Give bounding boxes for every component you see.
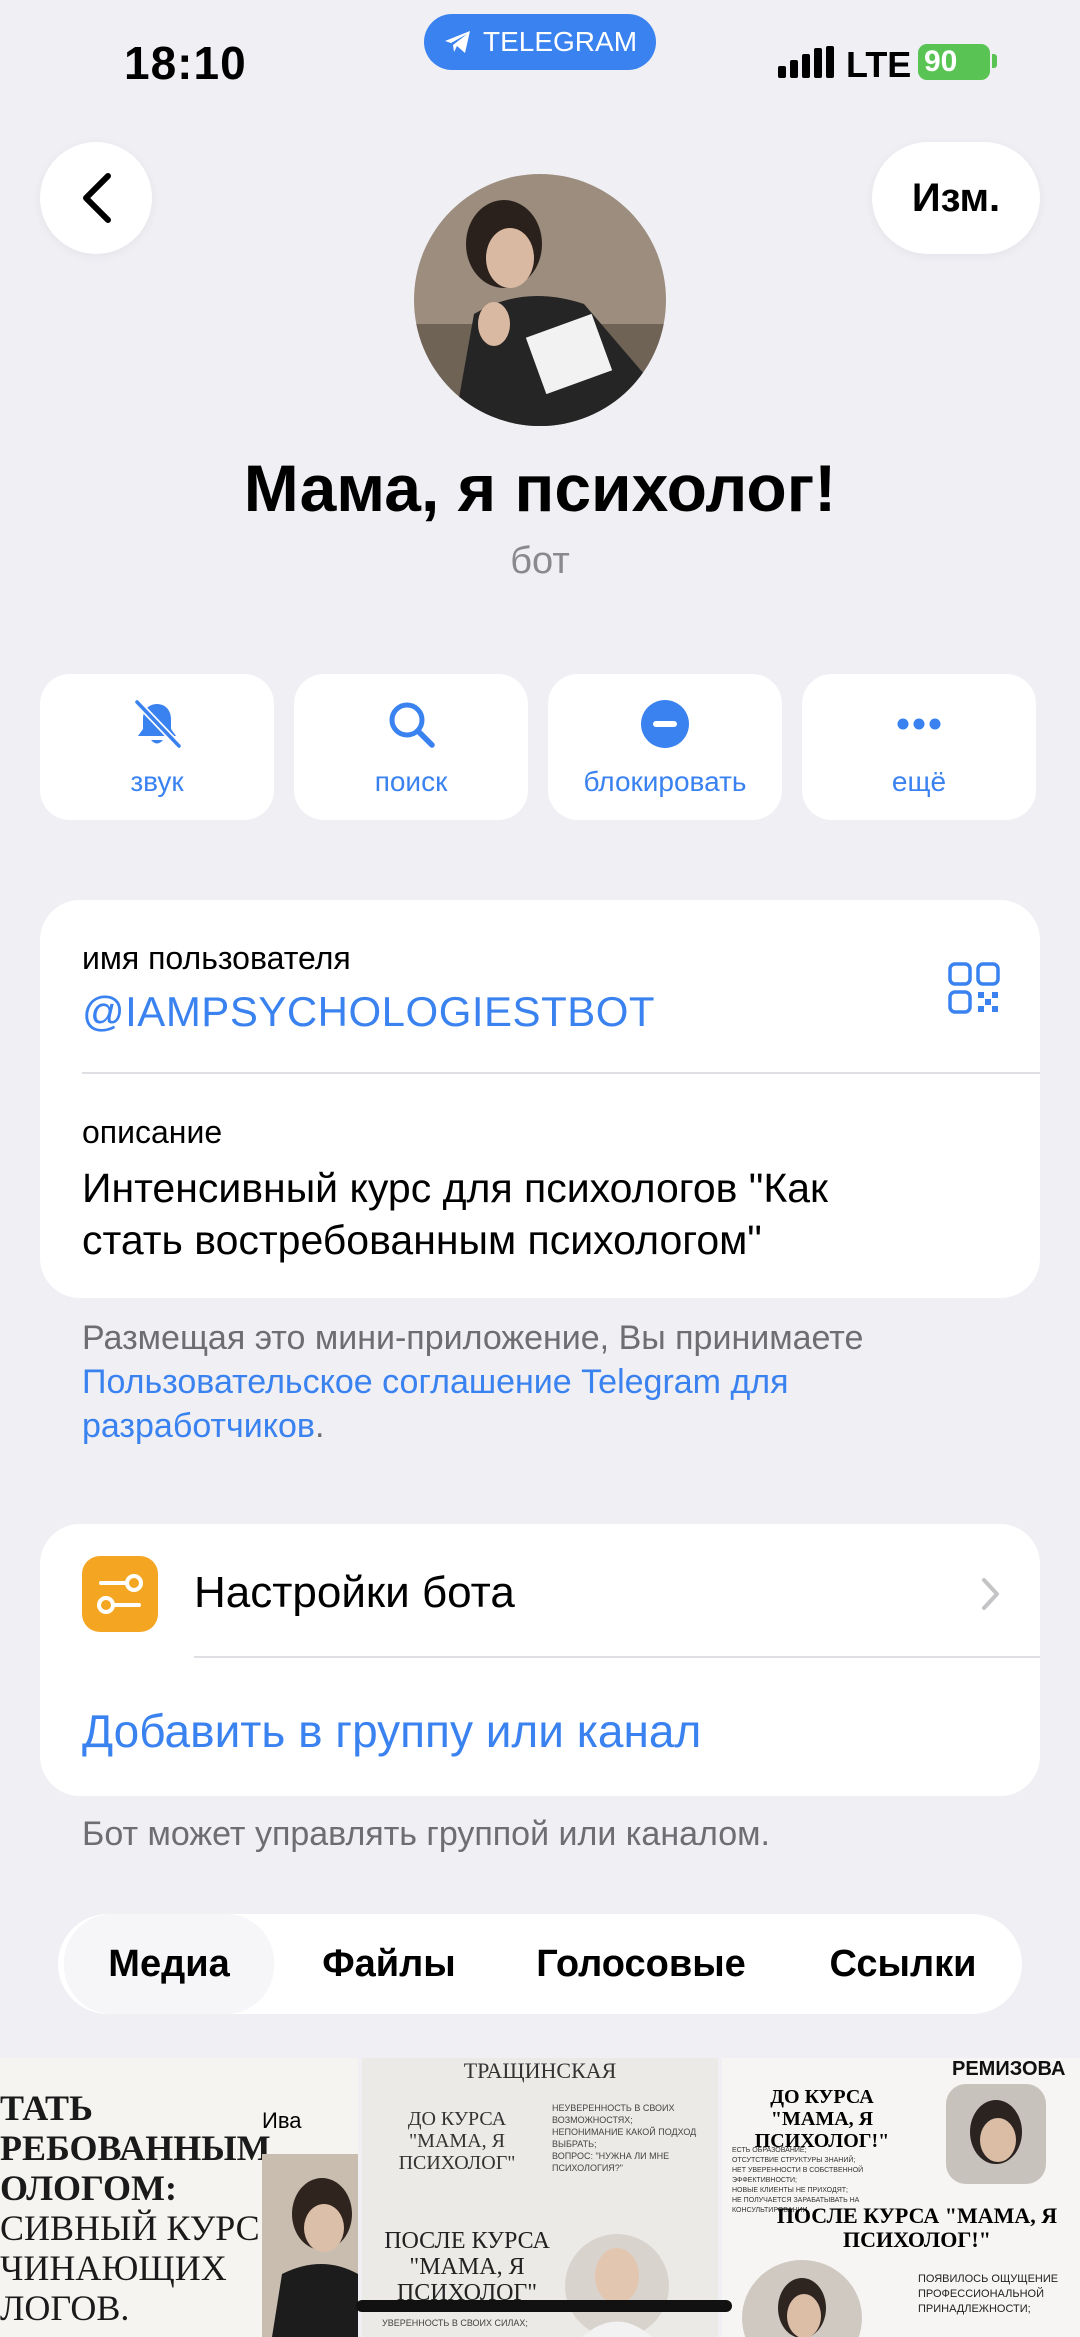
- thumb3-photo-top: [946, 2084, 1046, 2184]
- battery-tip: [992, 54, 997, 68]
- avatar-photo: [414, 174, 666, 426]
- tab-files[interactable]: Файлы: [284, 1914, 494, 2014]
- qr-code-icon[interactable]: [948, 962, 1000, 1014]
- block-button[interactable]: блокировать: [548, 674, 782, 820]
- info-divider: [82, 1072, 1040, 1074]
- terms-note: Размещая это мини-приложение, Вы принима…: [82, 1316, 1042, 1448]
- settings-divider: [194, 1656, 1040, 1658]
- thumb1-side-text: Ива: [262, 2108, 302, 2133]
- terms-link-line-2[interactable]: разработчиков: [82, 1407, 315, 1445]
- description-line-1: Интенсивный курс для психологов "Как: [82, 1165, 828, 1211]
- more-label: ещё: [891, 766, 947, 797]
- thumb2-bottom: УВЕРЕННОСТЬ В СВОИХ СИЛАХ;: [382, 2318, 528, 2328]
- media-thumbnail[interactable]: ТАТЬ РЕБОВАННЫМ ОЛОГОМ: СИВНЫЙ КУРС ЧИНА…: [0, 2058, 358, 2337]
- bot-settings-row[interactable]: Настройки бота: [194, 1568, 515, 1618]
- bot-settings-icon-box: [82, 1556, 158, 1632]
- thumb3-photo-bottom: [742, 2260, 862, 2337]
- tab-links[interactable]: Ссылки: [788, 1914, 1018, 2014]
- block-label: блокировать: [583, 766, 747, 797]
- chevron-left-icon: [83, 173, 111, 223]
- media-tabs: Медиа Файлы Голосовые Ссылки: [58, 1914, 1022, 2014]
- battery-level: 90: [924, 45, 958, 78]
- thumb3-top: РЕМИЗОВА: [952, 2058, 1066, 2080]
- search-label: поиск: [374, 766, 448, 797]
- thumb2-photo: [565, 2234, 669, 2337]
- battery-icon: 90: [918, 44, 990, 80]
- home-indicator[interactable]: [356, 2300, 732, 2312]
- sliders-icon: [97, 1574, 143, 1614]
- username-label: имя пользователя: [82, 940, 351, 976]
- thumb3-before: ДО КУРСА "МАМА, Я ПСИХОЛОГ!": [754, 2086, 890, 2152]
- telegram-pill-label: TELEGRAM: [482, 26, 638, 57]
- terms-link-line-1[interactable]: Пользовательское соглашение Telegram для: [82, 1360, 1042, 1404]
- info-card: имя пользователя @IAMPSYCHOLOGIESTBOT оп…: [40, 900, 1040, 1298]
- thumb2-before: ДО КУРСА "МАМА, Я ПСИХОЛОГ": [398, 2108, 516, 2174]
- thumb1-title: ТАТЬ РЕБОВАННЫМ ОЛОГОМ: СИВНЫЙ КУРС ЧИНА…: [0, 2088, 271, 2328]
- status-time: 18:10: [124, 37, 247, 89]
- terms-suffix: .: [315, 1407, 325, 1445]
- profile-name: Мама, я психолог!: [243, 451, 837, 525]
- network-type: LTE: [846, 44, 912, 85]
- chevron-right-icon: [982, 1578, 999, 1610]
- edit-button[interactable]: Изм.: [872, 142, 1040, 254]
- telegram-pill[interactable]: TELEGRAM: [424, 14, 656, 70]
- terms-text: Размещая это мини-приложение, Вы принима…: [82, 1319, 864, 1357]
- mute-button[interactable]: звук: [40, 674, 274, 820]
- thumb3-after: ПОСЛЕ КУРСА "МАМА, Я ПСИХОЛОГ!": [776, 2203, 1058, 2252]
- thumb1-photo: [262, 2154, 358, 2337]
- add-to-group-button[interactable]: Добавить в группу или канал: [82, 1704, 701, 1758]
- telegram-icon: [444, 31, 470, 53]
- tab-voice[interactable]: Голосовые: [504, 1914, 778, 2014]
- description-label: описание: [82, 1114, 223, 1150]
- bell-slash-icon: [134, 699, 182, 749]
- media-thumbnail[interactable]: РЕМИЗОВА ДО КУРСА "МАМА, Я ПСИХОЛОГ!" ЕС…: [722, 2058, 1080, 2337]
- thumb2-bullets: НЕУВЕРЕННОСТЬ В СВОИХ ВОЗМОЖНОСТЯХ; НЕПО…: [552, 2103, 697, 2173]
- bot-manage-note: Бот может управлять группой или каналом.: [82, 1815, 770, 1853]
- more-button[interactable]: ещё: [802, 674, 1036, 820]
- tab-media[interactable]: Медиа: [64, 1914, 274, 2014]
- avatar[interactable]: [414, 174, 666, 426]
- back-button[interactable]: [40, 142, 152, 254]
- settings-card: Настройки бота Добавить в группу или кан…: [40, 1524, 1040, 1796]
- signal-icon: [778, 46, 834, 78]
- description-line-2: стать востребованным психологом": [82, 1217, 762, 1263]
- search-button[interactable]: поиск: [294, 674, 528, 820]
- media-thumbnail[interactable]: ТРАЩИНСКАЯ ДО КУРСА "МАМА, Я ПСИХОЛОГ" Н…: [362, 2058, 718, 2337]
- thumb2-after: ПОСЛЕ КУРСА "МАМА, Я ПСИХОЛОГ": [384, 2228, 550, 2306]
- profile-subtitle: бот: [510, 540, 570, 582]
- search-icon: [389, 702, 435, 748]
- mute-label: звук: [130, 766, 184, 797]
- more-icon: [897, 718, 941, 730]
- block-icon: [641, 700, 689, 748]
- username-value[interactable]: @IAMPSYCHOLOGIESTBOT: [82, 988, 655, 1036]
- thumb3-after-bullets: ПОЯВИЛОСЬ ОЩУЩЕНИЕ ПРОФЕССИОНАЛЬНОЙ ПРИН…: [918, 2273, 1059, 2315]
- thumb2-top: ТРАЩИНСКАЯ: [463, 2058, 617, 2083]
